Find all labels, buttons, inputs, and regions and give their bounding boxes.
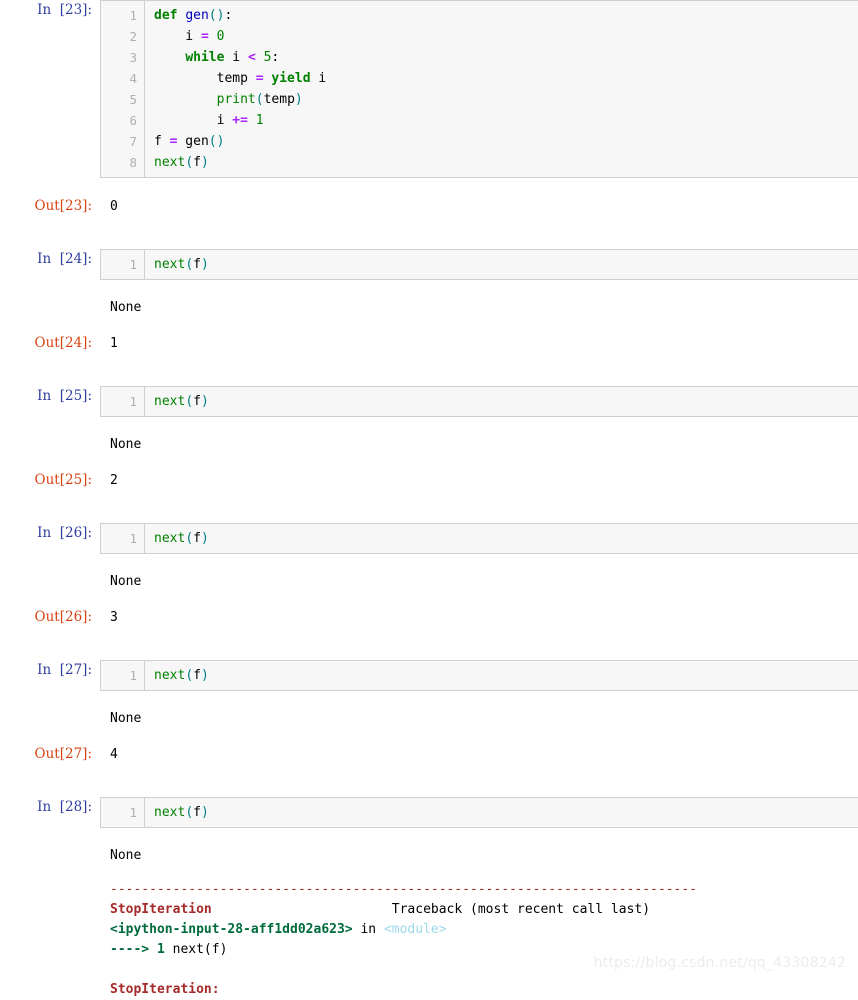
input-prompt-26: In [26]:	[37, 525, 92, 541]
output-result-26: Out[26]: 3	[0, 607, 858, 628]
line-number-gutter-26: 1	[101, 524, 145, 553]
traceback-arrow: ---->	[110, 942, 157, 957]
output-result-24: Out[24]: 1	[0, 333, 858, 354]
output-result-25: Out[25]: 2	[0, 470, 858, 491]
line-number-gutter-23: 1 2 3 4 5 6 7 8	[101, 1, 145, 177]
input-prompt-24: In [24]:	[37, 251, 92, 267]
code-content-27[interactable]: next(f)	[145, 661, 858, 690]
code-input-area-24[interactable]: 1 next(f)	[100, 249, 858, 280]
output-stdout-27: None	[0, 708, 858, 729]
output-stdout-24: None	[0, 297, 858, 318]
traceback-frame-file: <ipython-input-28-aff1dd02a623>	[110, 922, 353, 937]
stdout-prompt-spacer-26	[0, 571, 100, 592]
line-number-gutter-28: 1	[101, 798, 145, 827]
output-stdout-28: None	[0, 845, 858, 866]
result-value-24: 1	[110, 336, 118, 351]
traceback-frame-scope: <module>	[383, 922, 447, 937]
code-input-area-23[interactable]: 1 2 3 4 5 6 7 8 def gen(): i = 0 while i…	[100, 0, 858, 178]
stdout-text-24: None	[110, 300, 142, 315]
code-content-26[interactable]: next(f)	[145, 524, 858, 553]
output-prompt-26: Out[26]:	[34, 609, 92, 625]
traceback-block: ----------------------------------------…	[0, 880, 858, 1000]
code-input-area-25[interactable]: 1 next(f)	[100, 386, 858, 417]
line-number-gutter-25: 1	[101, 387, 145, 416]
result-value-23: 0	[110, 199, 118, 214]
stdout-text-26: None	[110, 574, 142, 589]
stdout-text-28: None	[110, 848, 142, 863]
output-prompt-25: Out[25]:	[34, 472, 92, 488]
line-number-gutter-24: 1	[101, 250, 145, 279]
code-cell-23[interactable]: In [23]: 1 2 3 4 5 6 7 8 def gen(): i = …	[0, 0, 858, 178]
result-value-25: 2	[110, 473, 118, 488]
code-input-area-27[interactable]: 1 next(f)	[100, 660, 858, 691]
traceback-arrow-lineno: 1	[156, 942, 165, 957]
traceback-prompt-spacer	[0, 880, 100, 1000]
traceback-content: ----------------------------------------…	[100, 880, 697, 1000]
code-cell-26[interactable]: In [26]: 1 next(f)	[0, 523, 858, 554]
code-content-23[interactable]: def gen(): i = 0 while i < 5: temp = yie…	[145, 1, 858, 177]
input-prompt-25: In [25]:	[37, 388, 92, 404]
stdout-text-25: None	[110, 437, 142, 452]
stdout-prompt-spacer-28	[0, 845, 100, 866]
output-prompt-23: Out[23]:	[34, 198, 92, 214]
result-value-26: 3	[110, 610, 118, 625]
stdout-prompt-spacer-27	[0, 708, 100, 729]
traceback-header-right: Traceback (most recent call last)	[391, 902, 651, 917]
code-input-area-26[interactable]: 1 next(f)	[100, 523, 858, 554]
code-content-24[interactable]: next(f)	[145, 250, 858, 279]
stdout-prompt-spacer-24	[0, 297, 100, 318]
stdout-prompt-spacer-25	[0, 434, 100, 455]
stdout-text-27: None	[110, 711, 142, 726]
traceback-final-line: StopIteration:	[110, 982, 220, 997]
code-cell-28[interactable]: In [28]: 1 next(f)	[0, 797, 858, 828]
traceback-separator: ----------------------------------------…	[110, 882, 697, 897]
input-prompt-23: In [23]:	[37, 2, 92, 18]
code-cell-25[interactable]: In [25]: 1 next(f)	[0, 386, 858, 417]
traceback-exception-name: StopIteration	[110, 902, 212, 917]
output-stdout-26: None	[0, 571, 858, 592]
code-input-area-28[interactable]: 1 next(f)	[100, 797, 858, 828]
code-content-28[interactable]: next(f)	[145, 798, 858, 827]
result-value-27: 4	[110, 747, 118, 762]
output-prompt-24: Out[24]:	[34, 335, 92, 351]
code-cell-27[interactable]: In [27]: 1 next(f)	[0, 660, 858, 691]
input-prompt-28: In [28]:	[37, 799, 92, 815]
output-stdout-25: None	[0, 434, 858, 455]
line-number-gutter-27: 1	[101, 661, 145, 690]
output-result-27: Out[27]: 4	[0, 744, 858, 765]
watermark: https://blog.csdn.net/qq_43308242	[593, 955, 846, 971]
code-cell-24[interactable]: In [24]: 1 next(f)	[0, 249, 858, 280]
output-result-23: Out[23]: 0	[0, 196, 858, 217]
traceback-frame-in: in	[352, 922, 384, 937]
code-content-25[interactable]: next(f)	[145, 387, 858, 416]
output-prompt-27: Out[27]:	[34, 746, 92, 762]
traceback-arrow-code: next(f)	[164, 942, 228, 957]
input-prompt-27: In [27]:	[37, 662, 92, 678]
